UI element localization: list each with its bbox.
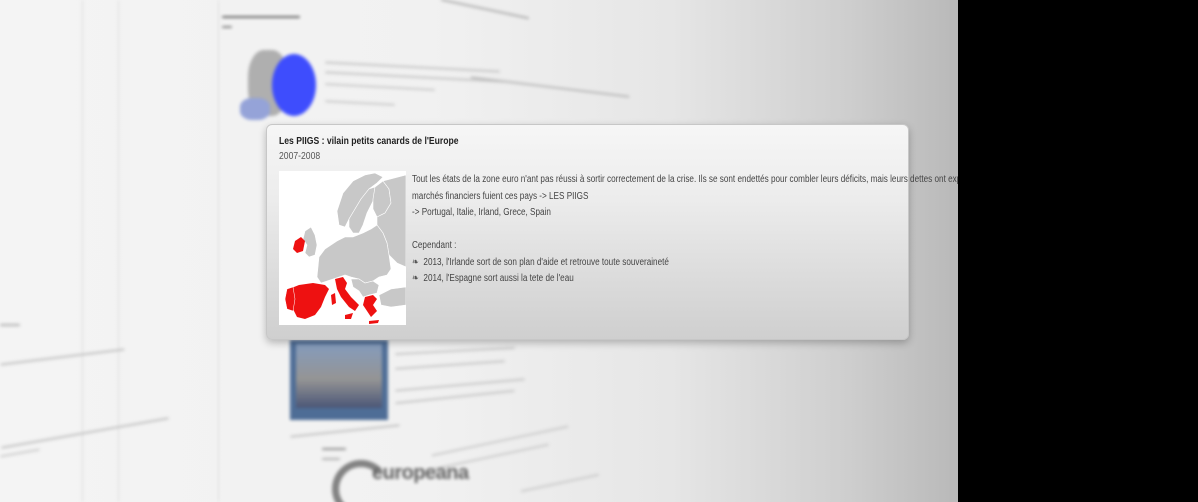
description-line: marchés financiers fuient ces pays -> LE…: [412, 190, 589, 202]
description-spacer: [412, 222, 901, 239]
europeana-logo: europeana: [372, 462, 469, 484]
description-line: Tout les états de la zone euro n'ant pas…: [412, 174, 958, 185]
black-side-panel: [958, 0, 1198, 502]
fleuron-bullet-icon: ❧: [412, 273, 419, 284]
bullet-text: 2013, l'Irlande sort de son plan d'aide …: [423, 256, 669, 268]
europe-map-svg: [279, 171, 406, 325]
event-detail-popup[interactable]: Les PIIGS : vilain petits canards de l'E…: [266, 124, 958, 340]
event-description: Tout les états de la zone euro n'ant pas…: [412, 172, 958, 288]
fleuron-bullet-icon: ❧: [412, 256, 419, 268]
description-line: -> Portugal, Italie, Irland, Grece, Spai…: [412, 207, 551, 218]
however-label: Cependant :: [412, 240, 457, 251]
event-date: 2007-2008: [279, 150, 321, 162]
timeline-page: europeana Les PIIGS : vilain petits cana…: [0, 0, 958, 502]
event-title: Les PIIGS : vilain petits canards de l'E…: [279, 135, 459, 147]
map-country-portugal: [284, 286, 296, 312]
bullet-item: ❧ 2013, l'Irlande sort de son plan d'aide…: [412, 255, 901, 272]
europe-map-image: [279, 171, 406, 325]
bullet-item: ❧ 2014, l'Espagne sort aussi la tete de l…: [412, 271, 901, 288]
bullet-text: 2014, l'Espagne sort aussi la tete de l'…: [423, 273, 574, 284]
